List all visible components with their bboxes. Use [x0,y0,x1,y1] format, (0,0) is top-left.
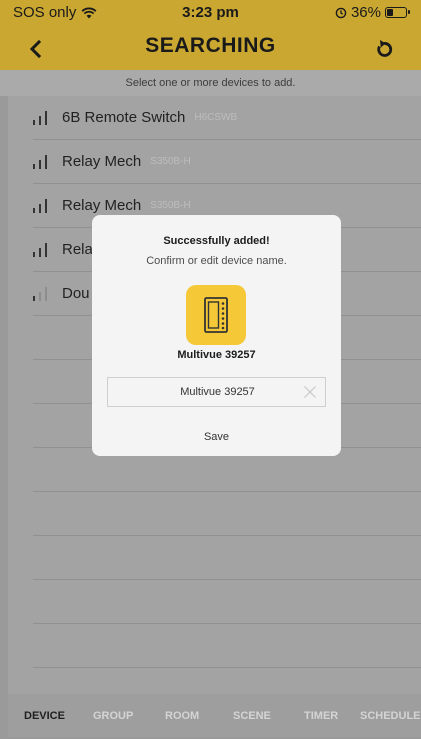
device-added-dialog: Successfully added! Confirm or edit devi… [92,215,341,456]
header: SOS only 3:23 pm 36% SEARCHING Select on… [0,0,421,96]
alarm-icon [335,7,347,18]
instruction-text: Select one or more devices to add. [0,70,421,96]
device-name-input[interactable] [108,378,327,406]
refresh-button[interactable] [369,34,399,64]
tab-device[interactable]: DEVICE [24,694,65,737]
empty-row [33,624,421,668]
device-row[interactable]: 6B Remote Switch H6CSWB [33,96,421,140]
tab-group[interactable]: GROUP [93,694,133,737]
nav-bar: SEARCHING [0,26,421,70]
battery-fill [387,9,393,16]
device-model: H6CSWB [194,112,238,123]
device-model: S350B-H [150,156,191,167]
tab-timer[interactable]: TIMER [304,694,338,737]
bottom-tab-bar: DEVICE GROUP ROOM SCENE TIMER SCHEDULE [8,694,421,737]
signal-strength-icon [33,198,51,213]
page-title: SEARCHING [145,34,276,57]
device-row[interactable]: Relay Mech S350B-H [33,140,421,184]
tab-scene[interactable]: SCENE [233,694,271,737]
save-button[interactable]: Save [92,431,341,443]
close-icon [304,386,316,398]
device-name: Relay Mech [62,197,142,214]
battery-icon [385,7,410,18]
device-name-field [107,377,327,407]
wall-switch-icon [186,285,246,345]
status-right: 36% [335,4,410,21]
dialog-title: Successfully added! [163,235,270,247]
empty-row [33,580,421,624]
tab-room[interactable]: ROOM [165,694,199,737]
tab-schedule[interactable]: SCHEDULE [360,694,421,737]
device-model: S350B-H [150,200,191,211]
added-device-name: Multivue 39257 [177,349,256,361]
empty-row [33,492,421,536]
signal-strength-icon [33,110,51,125]
clear-input-button[interactable] [303,385,317,399]
signal-strength-icon [33,154,51,169]
battery-percent: 36% [350,4,381,21]
signal-strength-icon [33,286,51,301]
dialog-subtitle: Confirm or edit device name. [146,255,287,267]
empty-row [33,536,421,580]
status-bar: SOS only 3:23 pm 36% [0,0,421,26]
signal-strength-icon [33,242,51,257]
refresh-icon [377,40,393,57]
device-name: Rela [62,241,93,258]
device-name: Relay Mech [62,153,142,170]
device-name: Dou [62,285,90,302]
device-name: 6B Remote Switch [62,109,186,126]
